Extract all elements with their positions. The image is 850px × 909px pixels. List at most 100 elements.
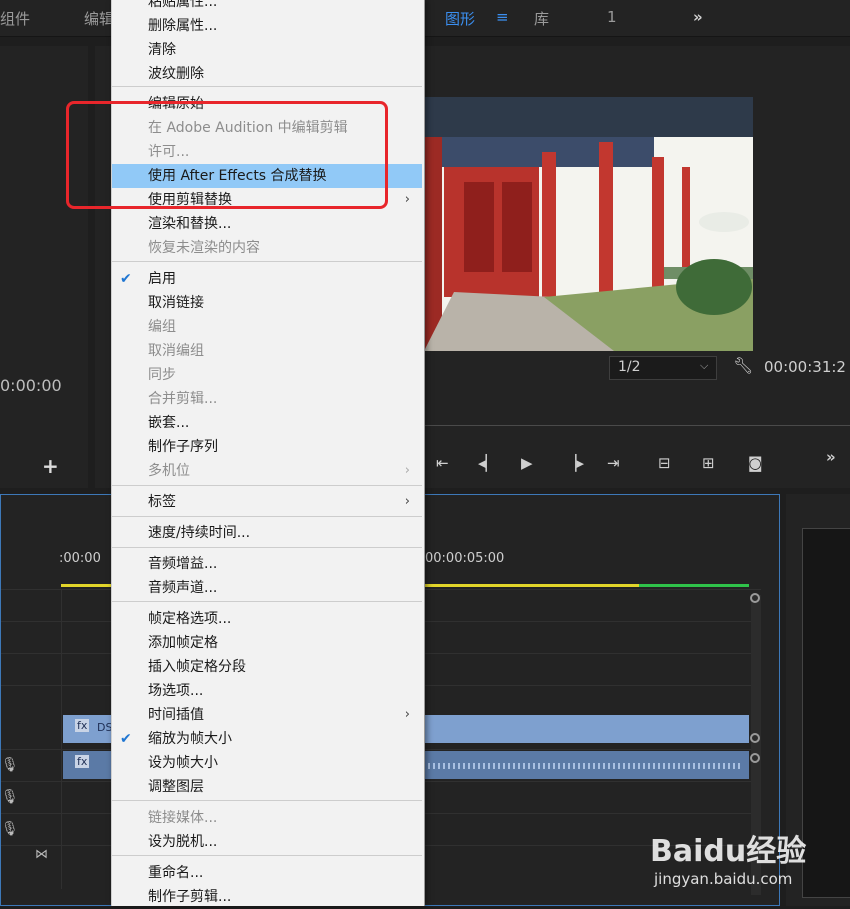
menu-item[interactable]: 粘贴属性... bbox=[112, 0, 422, 14]
menu-item-label: 同步 bbox=[148, 367, 176, 383]
menu-item[interactable]: 音频增益... bbox=[112, 552, 422, 576]
menu-item-label: 速度/持续时间... bbox=[148, 525, 251, 541]
mic-icon[interactable]: 🎙︎ bbox=[1, 821, 19, 837]
menu-item[interactable]: 清除 bbox=[112, 38, 422, 62]
menu-item: 取消编组 bbox=[112, 339, 422, 363]
scroll-handle-audio[interactable] bbox=[750, 753, 760, 763]
menu-item[interactable]: 速度/持续时间... bbox=[112, 521, 422, 545]
menu-item[interactable]: 添加帧定格 bbox=[112, 631, 422, 655]
menu-item-label: 链接媒体... bbox=[148, 810, 218, 826]
chevron-down-icon: ⌵ bbox=[700, 359, 709, 372]
baidu-watermark: Baidu经验 jingyan.baidu.com bbox=[650, 826, 850, 906]
menu-item-label: 取消链接 bbox=[148, 295, 204, 311]
menu-item[interactable]: 波纹删除 bbox=[112, 62, 422, 86]
master-track-icon[interactable]: ⋈ bbox=[35, 847, 48, 862]
tab-assembly[interactable]: 组件 bbox=[0, 8, 30, 29]
menu-item-label: 制作子剪辑... bbox=[148, 889, 232, 905]
menu-item[interactable]: 标签 › bbox=[112, 490, 422, 514]
program-timecode: 00:00:31:2 bbox=[764, 358, 846, 376]
workspace-menu-icon[interactable]: ≡ bbox=[496, 8, 509, 26]
menu-item[interactable]: 取消链接 bbox=[112, 291, 422, 315]
menu-item[interactable]: 场选项... bbox=[112, 679, 422, 703]
step-back-icon[interactable]: ◂▏ bbox=[478, 454, 497, 472]
scroll-handle-mid[interactable] bbox=[750, 733, 760, 743]
rendered-bar bbox=[639, 584, 749, 587]
menu-separator bbox=[112, 601, 422, 602]
submenu-arrow-icon: › bbox=[404, 192, 410, 207]
menu-item-label: 设为脱机... bbox=[148, 834, 218, 850]
playback-ruler[interactable] bbox=[424, 425, 850, 426]
annotation-highlight-box bbox=[66, 101, 388, 209]
tab-libraries[interactable]: 库 bbox=[534, 8, 549, 29]
menu-item-label: 设为帧大小 bbox=[148, 755, 218, 771]
menu-item-label: 嵌套... bbox=[148, 415, 190, 431]
menu-item-label: 渲染和替换... bbox=[148, 216, 232, 232]
menu-item: 恢复未渲染的内容 bbox=[112, 236, 422, 260]
menu-item[interactable]: 重命名... bbox=[112, 861, 422, 885]
more-controls-icon[interactable]: » bbox=[826, 448, 836, 466]
extract-icon[interactable]: ⊞ bbox=[702, 454, 715, 472]
menu-item-label: 波纹删除 bbox=[148, 66, 204, 82]
menu-item[interactable]: 帧定格选项... bbox=[112, 607, 422, 631]
more-workspaces-icon[interactable]: » bbox=[693, 8, 703, 26]
fit-dropdown[interactable]: 1/2 ⌵ bbox=[609, 356, 717, 380]
menu-item: 合并剪辑... bbox=[112, 387, 422, 411]
wrench-icon[interactable]: 🔧︎ bbox=[733, 356, 753, 375]
go-to-in-icon[interactable]: ⇤ bbox=[436, 454, 449, 472]
lift-icon[interactable]: ⊟ bbox=[658, 454, 671, 472]
menu-item-label: 制作子序列 bbox=[148, 439, 218, 455]
menu-item[interactable]: 制作子剪辑... bbox=[112, 885, 422, 909]
menu-item: 编组 bbox=[112, 315, 422, 339]
menu-item-label: 帧定格选项... bbox=[148, 611, 232, 627]
menu-item-label: 时间插值 bbox=[148, 707, 204, 723]
menu-item[interactable]: 音频声道... bbox=[112, 576, 422, 600]
play-icon[interactable]: ▶ bbox=[521, 454, 533, 472]
watermark-url: jingyan.baidu.com bbox=[654, 870, 793, 888]
menu-item-label: 添加帧定格 bbox=[148, 635, 218, 651]
menu-item[interactable]: 删除属性... bbox=[112, 14, 422, 38]
mic-icon[interactable]: 🎙︎ bbox=[1, 789, 19, 805]
menu-item: 多机位 › bbox=[112, 459, 422, 483]
menu-item[interactable]: 嵌套... bbox=[112, 411, 422, 435]
checkmark-icon: ✔ bbox=[120, 271, 132, 287]
mic-icon[interactable]: 🎙︎ bbox=[1, 757, 19, 773]
step-forward-icon[interactable]: ▕▸ bbox=[565, 454, 584, 472]
menu-item-label: 编组 bbox=[148, 319, 176, 335]
tab-editing[interactable]: 编辑 bbox=[84, 8, 114, 29]
menu-item[interactable]: ✔ 启用 bbox=[112, 267, 422, 291]
camera-icon[interactable]: ◙ bbox=[748, 454, 763, 472]
program-video-frame bbox=[424, 97, 753, 351]
menu-item-label: 标签 bbox=[148, 494, 176, 510]
menu-item[interactable]: 制作子序列 bbox=[112, 435, 422, 459]
add-button[interactable]: + bbox=[42, 454, 59, 478]
menu-separator bbox=[112, 485, 422, 486]
ruler-start-time: :00:00 bbox=[59, 551, 101, 566]
menu-item-label: 清除 bbox=[148, 42, 176, 58]
menu-item[interactable]: 时间插值 › bbox=[112, 703, 422, 727]
corridor-scene-image bbox=[424, 97, 753, 351]
fx-badge: fx bbox=[75, 719, 90, 732]
menu-item[interactable]: 渲染和替换... bbox=[112, 212, 422, 236]
menu-item-label: 音频增益... bbox=[148, 556, 218, 572]
menu-item[interactable]: ✔ 缩放为帧大小 bbox=[112, 727, 422, 751]
menu-item-label: 重命名... bbox=[148, 865, 204, 881]
tab-graphics[interactable]: 图形 bbox=[445, 8, 475, 29]
menu-item[interactable]: 设为脱机... bbox=[112, 830, 422, 854]
menu-item-label: 取消编组 bbox=[148, 343, 204, 359]
go-to-out-icon[interactable]: ⇥ bbox=[607, 454, 620, 472]
audio-waveform bbox=[423, 763, 743, 769]
watermark-brand: Baidu经验 bbox=[650, 834, 807, 869]
fit-value: 1/2 bbox=[618, 359, 641, 375]
menu-item-label: 多机位 bbox=[148, 463, 190, 479]
menu-item-label: 插入帧定格分段 bbox=[148, 659, 246, 675]
scroll-handle-top[interactable] bbox=[750, 593, 760, 603]
checkmark-icon: ✔ bbox=[120, 731, 132, 747]
menu-item-label: 粘贴属性... bbox=[148, 0, 218, 10]
menu-separator bbox=[112, 261, 422, 262]
menu-item[interactable]: 插入帧定格分段 bbox=[112, 655, 422, 679]
menu-item[interactable]: 调整图层 bbox=[112, 775, 422, 799]
menu-item[interactable]: 设为帧大小 bbox=[112, 751, 422, 775]
source-timecode: 0:00:00 bbox=[0, 376, 62, 395]
tab-custom-1[interactable]: 1 bbox=[607, 8, 617, 26]
submenu-arrow-icon: › bbox=[404, 494, 410, 509]
